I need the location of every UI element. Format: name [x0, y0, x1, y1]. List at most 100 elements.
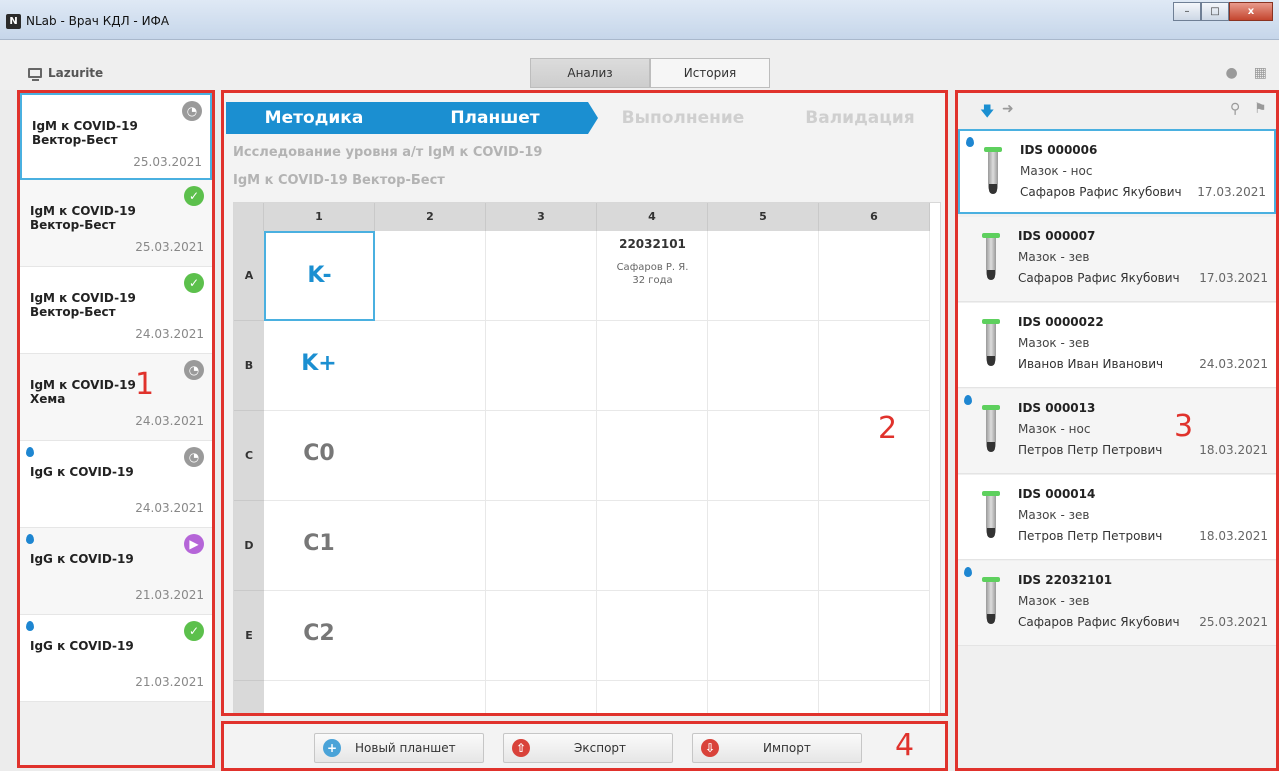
analysis-date: 25.03.2021 — [135, 240, 204, 254]
app-icon: N — [6, 14, 21, 29]
new-plate-button[interactable]: + Новый планшет — [314, 733, 484, 763]
tube-icon — [984, 147, 1002, 199]
sample-list-item[interactable]: IDS 000013 Мазок - нос Петров Петр Петро… — [958, 389, 1276, 474]
column-header: 6 — [819, 203, 930, 231]
analysis-list-item[interactable]: IgM к COVID-19 Вектор-Бест 25.03.2021 ✓ — [20, 180, 212, 267]
sample-patient: Петров Петр Петрович — [1018, 529, 1163, 543]
window-controls: – □ x — [1173, 2, 1273, 21]
well-c1[interactable]: C0 — [264, 441, 374, 466]
samples-panel: 🡇 ➜ ⚲ ⚑ IDS 000006 Мазок - нос Сафаров Р… — [955, 90, 1279, 771]
arrow-down-icon: ⇩ — [701, 739, 719, 757]
analysis-date: 24.03.2021 — [135, 327, 204, 341]
analysis-list-item[interactable]: IgG к COVID-19 21.03.2021 ✓ — [20, 615, 212, 702]
column-header: 3 — [486, 203, 597, 231]
sample-list-item[interactable]: IDS 000014 Мазок - зев Петров Петр Петро… — [958, 475, 1276, 560]
column-header: 4 — [597, 203, 708, 231]
sample-patient: Сафаров Р. Я. — [616, 262, 689, 273]
sample-list-item[interactable]: IDS 000006 Мазок - нос Сафаров Рафис Яку… — [958, 129, 1276, 214]
grid-menu-icon[interactable]: ▦ — [1254, 65, 1267, 81]
sample-date: 17.03.2021 — [1199, 271, 1268, 285]
plate-column — [486, 231, 597, 713]
well-a4[interactable]: 22032101 Сафаров Р. Я. 32 года — [597, 237, 708, 287]
check-icon: ✓ — [184, 621, 204, 641]
sample-date: 18.03.2021 — [1199, 443, 1268, 457]
sample-id: IDS 000006 — [1020, 143, 1098, 157]
analysis-list-item[interactable]: IgM к COVID-19 Вектор-Бест 24.03.2021 ✓ — [20, 267, 212, 354]
drop-icon — [26, 447, 34, 457]
export-button[interactable]: ⇧ Экспорт — [503, 733, 673, 763]
sample-list-item[interactable]: IDS 22032101 Мазок - зев Сафаров Рафис Я… — [958, 561, 1276, 646]
check-icon: ✓ — [184, 186, 204, 206]
annotation-marker-3: 3 — [1174, 409, 1194, 444]
close-button[interactable]: x — [1229, 2, 1273, 21]
export-label: Экспорт — [574, 741, 627, 755]
analysis-list-item[interactable]: IgM к COVID-19 Вектор-Бест 25.03.2021 ◔ — [20, 93, 212, 180]
sample-id: IDS 000013 — [1018, 401, 1096, 415]
top-toolbar: Lazurite Анализ История ● ▦ — [0, 40, 1279, 90]
analysis-date: 24.03.2021 — [135, 414, 204, 428]
clock-icon: ◔ — [182, 101, 202, 121]
well-a1[interactable]: K- — [264, 231, 375, 321]
well-e1[interactable]: C2 — [264, 621, 374, 646]
sample-list-item[interactable]: IDS 0000022 Мазок - зев Иванов Иван Иван… — [958, 303, 1276, 388]
step-method[interactable]: Методика — [226, 102, 402, 134]
analysis-name: IgM к COVID-19 Вектор-Бест — [30, 291, 136, 319]
step-execution[interactable]: Выполнение — [588, 102, 778, 134]
brand-label: Lazurite — [48, 66, 104, 80]
analysis-date: 21.03.2021 — [135, 675, 204, 689]
sample-id: IDS 000014 — [1018, 487, 1096, 501]
well-d1[interactable]: C1 — [264, 531, 374, 556]
brand: Lazurite — [28, 66, 104, 81]
sample-list-item[interactable]: IDS 000007 Мазок - зев Сафаров Рафис Яку… — [958, 217, 1276, 302]
sample-age: 32 года — [632, 275, 673, 286]
sample-patient: Петров Петр Петрович — [1018, 443, 1163, 457]
step-plate[interactable]: Планшет — [402, 102, 598, 134]
sample-id: IDS 0000022 — [1018, 315, 1104, 329]
drop-icon — [964, 567, 972, 577]
analysis-list-item[interactable]: IgM к COVID-19 Хема 24.03.2021 ◔ — [20, 354, 212, 441]
step-plate-label: Планшет — [450, 108, 540, 128]
analysis-date: 24.03.2021 — [135, 501, 204, 515]
tab-analysis[interactable]: Анализ — [530, 58, 650, 88]
analysis-date: 25.03.2021 — [133, 155, 202, 169]
sample-id: IDS 22032101 — [1018, 573, 1113, 587]
analysis-date: 21.03.2021 — [135, 588, 204, 602]
plate-grid: 1 2 3 4 5 6 A B C D E K- K+ C0 C1 C2 220… — [233, 202, 941, 713]
window-title-bar: N NLab - Врач КДЛ - ИФА – □ x — [0, 0, 1279, 40]
tab-history[interactable]: История — [650, 58, 770, 88]
tube-icon — [982, 233, 1000, 285]
minimize-button[interactable]: – — [1173, 2, 1201, 21]
sample-date: 24.03.2021 — [1199, 357, 1268, 371]
plate-column — [375, 231, 486, 713]
tag-icon[interactable]: ⚑ — [1254, 101, 1267, 117]
analysis-list-item[interactable]: IgG к COVID-19 21.03.2021 ▶ — [20, 528, 212, 615]
well-b1[interactable]: K+ — [264, 351, 374, 376]
row-header: B — [234, 321, 264, 411]
sample-material: Мазок - зев — [1018, 594, 1090, 608]
drop-icon — [964, 395, 972, 405]
drop-icon — [26, 534, 34, 544]
row-header: D — [234, 501, 264, 591]
import-label: Импорт — [763, 741, 811, 755]
tube-icon — [982, 577, 1000, 629]
user-icon[interactable]: ● — [1226, 65, 1238, 81]
maximize-button[interactable]: □ — [1201, 2, 1229, 21]
sample-material: Мазок - зев — [1018, 336, 1090, 350]
import-button[interactable]: ⇩ Импорт — [692, 733, 862, 763]
analysis-list-panel: IgM к COVID-19 Вектор-Бест 25.03.2021 ◔ … — [17, 90, 215, 768]
main-tabs: Анализ История — [530, 58, 770, 88]
sample-patient: Сафаров Рафис Якубович — [1018, 271, 1180, 285]
column-header: 2 — [375, 203, 486, 231]
step-validation[interactable]: Валидация — [778, 102, 942, 134]
search-icon[interactable]: ⚲ — [1230, 101, 1240, 117]
action-bar: + Новый планшет ⇧ Экспорт ⇩ Импорт 4 — [221, 721, 948, 771]
arrow-down-icon[interactable]: 🡇 — [980, 101, 994, 125]
analysis-name: IgM к COVID-19 Вектор-Бест — [30, 204, 136, 232]
monitor-icon — [28, 68, 42, 81]
analysis-list-item[interactable]: IgG к COVID-19 24.03.2021 ◔ — [20, 441, 212, 528]
arrow-right-icon[interactable]: ➜ — [1002, 101, 1014, 117]
sample-id: 22032101 — [619, 237, 686, 251]
sample-date: 25.03.2021 — [1199, 615, 1268, 629]
control-label: K- — [307, 263, 332, 288]
drop-icon — [966, 137, 974, 147]
